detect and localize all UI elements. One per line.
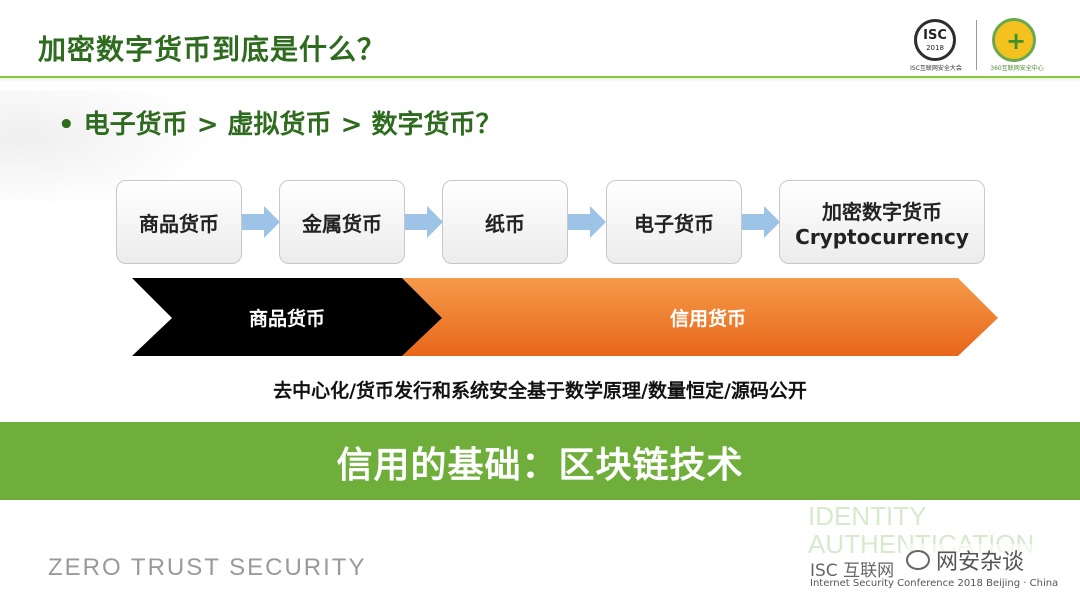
flow-box-label: 金属货币 xyxy=(302,211,382,236)
bg-keyword: IDENTITY xyxy=(808,501,927,531)
summary-band: 信用的基础：区块链技术 xyxy=(0,422,1080,500)
flow-box-label: 电子货币 xyxy=(634,211,714,236)
isc-footer-subtitle: Internet Security Conference 2018 Beijin… xyxy=(810,578,1059,589)
description: 去中心化/货币发行和系统安全基于数学原理/数量恒定/源码公开 xyxy=(273,380,807,402)
header: 加密数字货币到底是什么？ ISC 2018 ISC互联网安全大会 + 360互联… xyxy=(0,0,1080,78)
flow-box-label: 加密数字货币 xyxy=(822,199,942,224)
360-logo-subtitle: 360互联网安全中心 xyxy=(990,65,1044,72)
logo-divider xyxy=(976,20,977,70)
isc-logo-year: 2018 xyxy=(926,44,944,52)
flow-box-paper: 纸币 xyxy=(442,180,568,264)
chevron-label-commodity: 商品货币 xyxy=(249,307,325,330)
flow-box-label-en: Cryptocurrency xyxy=(795,224,969,249)
flow-box-label: 纸币 xyxy=(485,211,525,236)
currency-chevrons: 商品货币 信用货币 xyxy=(132,278,998,356)
360-logo: + xyxy=(992,18,1036,62)
wechat-icon xyxy=(906,550,930,570)
isc-logo-text: ISC xyxy=(923,28,947,43)
summary-text: 信用的基础：区块链技术 xyxy=(336,445,744,486)
isc-logo-subtitle: ISC互联网安全大会 xyxy=(910,65,962,72)
flow-box-metal: 金属货币 xyxy=(279,180,405,264)
chevron-label-credit: 信用货币 xyxy=(670,307,746,330)
isc-logo: ISC 2018 xyxy=(914,19,956,61)
flow-box-crypto: 加密数字货币 Cryptocurrency xyxy=(779,180,985,264)
flow-box-label: 商品货币 xyxy=(139,211,219,236)
flow-box-commodity: 商品货币 xyxy=(116,180,242,264)
header-divider xyxy=(0,76,1080,82)
wechat-watermark: 网安杂谈 xyxy=(906,544,1046,576)
plus-icon: + xyxy=(1006,27,1027,55)
bullet-point: • 电子货币 > 虚拟货币 > 数字货币？ xyxy=(58,110,502,140)
page-title: 加密数字货币到底是什么？ xyxy=(38,33,387,66)
wechat-account: 网安杂谈 xyxy=(936,550,1025,575)
zero-trust-label: ZERO TRUST SECURITY xyxy=(48,554,367,581)
flow-box-electronic: 电子货币 xyxy=(606,180,742,264)
